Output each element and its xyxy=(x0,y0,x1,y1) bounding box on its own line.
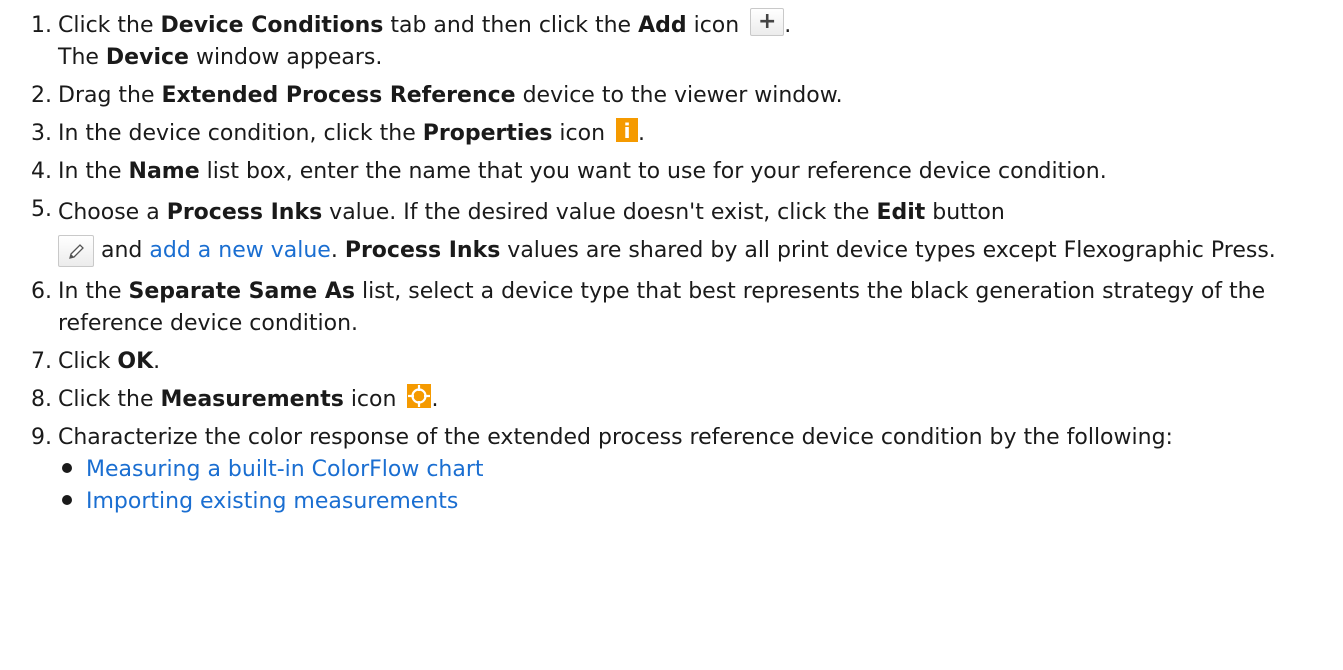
sub-list: Measuring a built-in ColorFlow chart Imp… xyxy=(0,454,1343,518)
add-icon: + xyxy=(750,8,785,36)
step-number: 8. xyxy=(31,387,52,412)
step-number: 9. xyxy=(31,425,52,450)
step-1: 1. Click the Device Conditions tab and t… xyxy=(0,8,1343,74)
step-number: 3. xyxy=(31,121,52,146)
step-8: 8. Click the Measurements icon . xyxy=(0,384,1343,416)
step-result-text: The Device window appears. xyxy=(58,45,383,70)
step-text: In the Separate Same As list, select a d… xyxy=(58,279,1266,336)
step-number: 7. xyxy=(31,349,52,374)
instruction-steps: 1. Click the Device Conditions tab and t… xyxy=(0,8,1343,524)
step-text: Drag the Extended Process Reference devi… xyxy=(58,83,843,108)
step-5: 5. Choose a Process Inks value. If the d… xyxy=(0,194,1343,270)
step-text: In the device condition, click the Prope… xyxy=(58,118,646,146)
bullet-icon xyxy=(62,495,72,505)
step-text: In the Name list box, enter the name tha… xyxy=(58,159,1107,184)
measuring-chart-link[interactable]: Measuring a built-in ColorFlow chart xyxy=(86,457,484,482)
step-text: Characterize the color response of the e… xyxy=(58,425,1173,450)
crosshair-icon xyxy=(407,384,432,408)
step-number: 4. xyxy=(31,159,52,184)
importing-measurements-link[interactable]: Importing existing measurements xyxy=(86,489,458,514)
step-number: 5. xyxy=(31,197,52,222)
bullet-icon xyxy=(62,463,72,473)
step-9: 9. Characterize the color response of th… xyxy=(0,422,1343,518)
step-7: 7. Click OK. xyxy=(0,346,1343,378)
list-item: Measuring a built-in ColorFlow chart xyxy=(0,454,1343,486)
step-6: 6. In the Separate Same As list, select … xyxy=(0,276,1343,340)
step-text: Click OK. xyxy=(58,349,161,374)
list-item: Importing existing measurements xyxy=(0,486,1343,518)
info-icon: i xyxy=(616,118,639,143)
add-new-value-link[interactable]: add a new value xyxy=(149,238,330,263)
step-text: Click the Measurements icon . xyxy=(58,384,438,412)
step-text: Choose a Process Inks value. If the desi… xyxy=(58,200,1276,267)
pencil-icon xyxy=(58,235,94,267)
step-text: Click the Device Conditions tab and then… xyxy=(58,8,792,38)
step-number: 6. xyxy=(31,279,52,304)
step-number: 2. xyxy=(31,83,52,108)
step-number: 1. xyxy=(31,13,52,38)
step-2: 2. Drag the Extended Process Reference d… xyxy=(0,80,1343,112)
step-4: 4. In the Name list box, enter the name … xyxy=(0,156,1343,188)
step-3: 3. In the device condition, click the Pr… xyxy=(0,118,1343,150)
